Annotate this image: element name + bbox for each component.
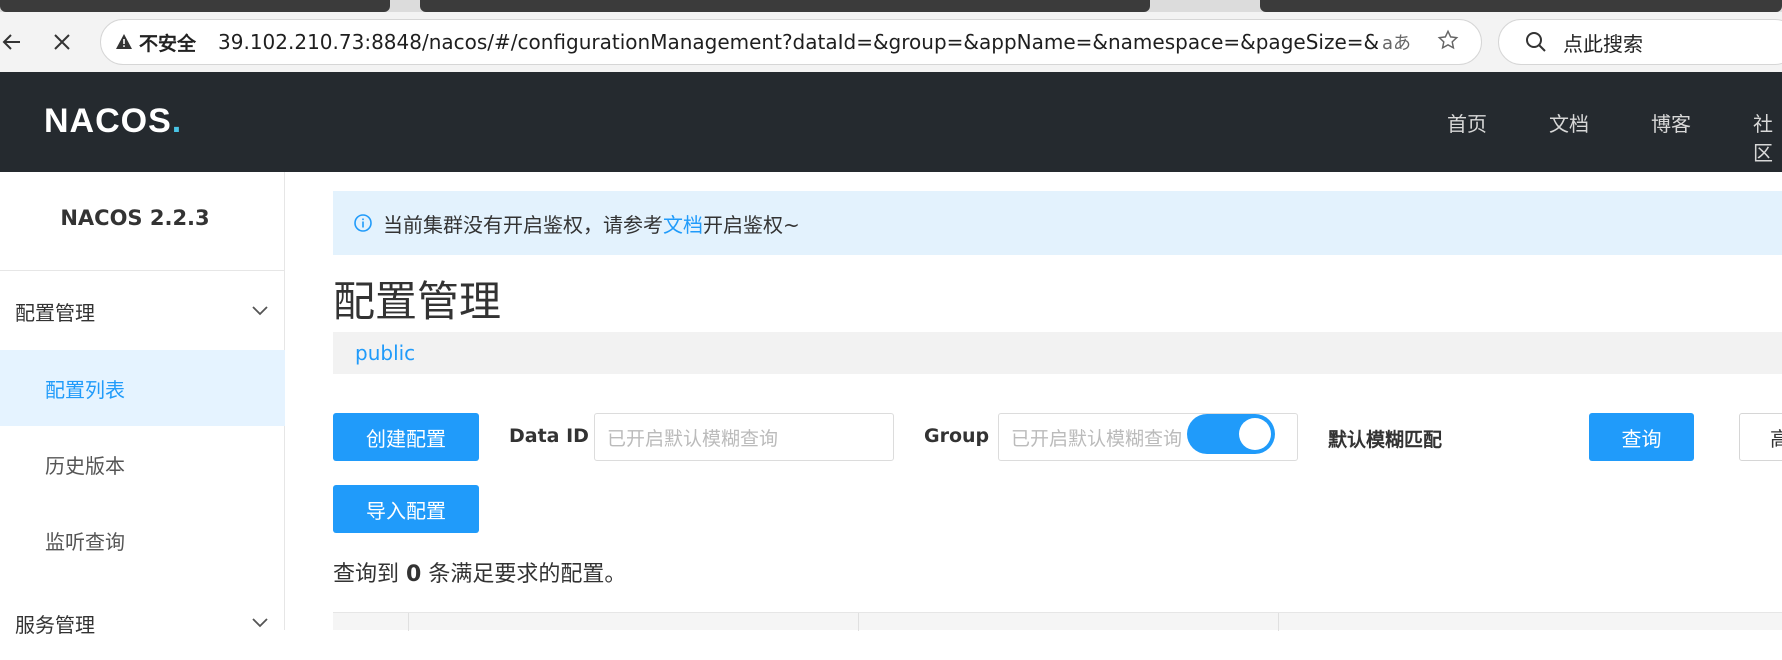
warning-icon <box>116 34 132 49</box>
stop-loading-button[interactable] <box>44 24 80 60</box>
browser-search-box[interactable]: 点此搜索 <box>1498 19 1782 65</box>
nav-blog[interactable]: 博客 <box>1651 108 1691 137</box>
back-arrow-icon <box>2 34 20 50</box>
group-placeholder: 已开启默认模糊查询 <box>1011 427 1183 450</box>
sidebar-divider <box>0 270 285 271</box>
address-bar[interactable]: 不安全 39.102.210.73:8848/nacos/#/configura… <box>100 19 1482 65</box>
import-config-button[interactable]: 导入配置 <box>333 485 479 533</box>
sidebar-item-label: 配置列表 <box>45 377 125 402</box>
nav-docs[interactable]: 文档 <box>1549 108 1589 137</box>
table-column-divider <box>1278 613 1279 631</box>
query-button[interactable]: 查询 <box>1589 413 1694 461</box>
dataid-label: Data ID <box>509 425 589 447</box>
nav-community[interactable]: 社区 <box>1753 108 1782 166</box>
alert-docs-link[interactable]: 文档 <box>663 213 703 237</box>
toggle-knob <box>1239 418 1271 450</box>
browser-toolbar: 不安全 39.102.210.73:8848/nacos/#/configura… <box>0 0 1782 72</box>
sidebar-item-label: 监听查询 <box>45 529 125 554</box>
dataid-input[interactable]: 已开启默认模糊查询 <box>594 413 894 461</box>
sidebar: NACOS 2.2.3 配置管理 配置列表 历史版本 监听查询 服务管理 <box>0 172 285 637</box>
fuzzy-match-toggle[interactable] <box>1187 414 1275 454</box>
sidebar-group-label: 配置管理 <box>15 300 95 325</box>
sidebar-group-config[interactable]: 配置管理 <box>0 274 285 348</box>
tab-strip <box>0 0 1782 12</box>
sidebar-group-label: 服务管理 <box>15 612 95 637</box>
alert-suffix: 开启鉴权~ <box>703 212 800 237</box>
search-placeholder: 点此搜索 <box>1563 31 1643 56</box>
table-column-divider <box>408 613 409 631</box>
alert-text: 当前集群没有开启鉴权，请参考文档开启鉴权~ <box>383 209 800 238</box>
alert-prefix: 当前集群没有开启鉴权，请参考 <box>383 212 663 237</box>
chevron-down-icon <box>251 302 269 321</box>
result-suffix: 条满足要求的配置。 <box>428 562 627 587</box>
sidebar-item-history[interactable]: 历史版本 <box>0 426 285 502</box>
security-label: 不安全 <box>139 32 197 55</box>
browser-tab[interactable] <box>420 0 1150 12</box>
result-summary: 查询到 0 条满足要求的配置。 <box>333 556 626 588</box>
top-navbar: NACOS. 首页 文档 博客 社区 <box>0 72 1782 172</box>
version-label: NACOS 2.2.3 <box>60 206 210 230</box>
auth-alert: 当前集群没有开启鉴权，请参考文档开启鉴权~ <box>333 191 1782 255</box>
logo-dot: . <box>171 102 183 140</box>
result-prefix: 查询到 <box>333 562 400 587</box>
create-config-button[interactable]: 创建配置 <box>333 413 479 461</box>
advanced-query-button[interactable]: 高 <box>1739 413 1782 461</box>
config-table-header <box>333 612 1782 631</box>
search-icon <box>1526 32 1546 52</box>
info-icon <box>354 214 372 232</box>
url-text[interactable]: 39.102.210.73:8848/nacos/#/configuration… <box>218 30 1378 54</box>
nacos-logo[interactable]: NACOS. <box>44 102 182 141</box>
favorite-star-icon[interactable] <box>1437 29 1459 55</box>
page-title: 配置管理 <box>333 277 502 326</box>
sidebar-group-service[interactable]: 服务管理 <box>0 586 285 660</box>
sidebar-item-label: 历史版本 <box>45 453 125 478</box>
sidebar-item-config-list[interactable]: 配置列表 <box>0 350 285 426</box>
browser-tab[interactable] <box>1260 0 1782 12</box>
group-label: Group <box>924 425 990 447</box>
sidebar-item-listener-query[interactable]: 监听查询 <box>0 502 285 578</box>
nav-home[interactable]: 首页 <box>1447 108 1487 137</box>
back-button[interactable] <box>0 24 30 60</box>
browser-tab[interactable] <box>0 0 390 12</box>
close-icon <box>54 34 70 50</box>
table-column-divider <box>858 613 859 631</box>
read-aloud-icon[interactable]: aあ <box>1382 29 1411 55</box>
namespace-public[interactable]: public <box>355 341 415 365</box>
security-indicator[interactable]: 不安全 <box>115 29 196 56</box>
namespace-bar: public <box>333 332 1782 374</box>
dataid-placeholder: 已开启默认模糊查询 <box>607 427 779 450</box>
result-count: 0 <box>406 562 422 587</box>
fuzzy-match-label: 默认模糊匹配 <box>1328 429 1443 451</box>
logo-text: NACOS <box>44 102 172 140</box>
